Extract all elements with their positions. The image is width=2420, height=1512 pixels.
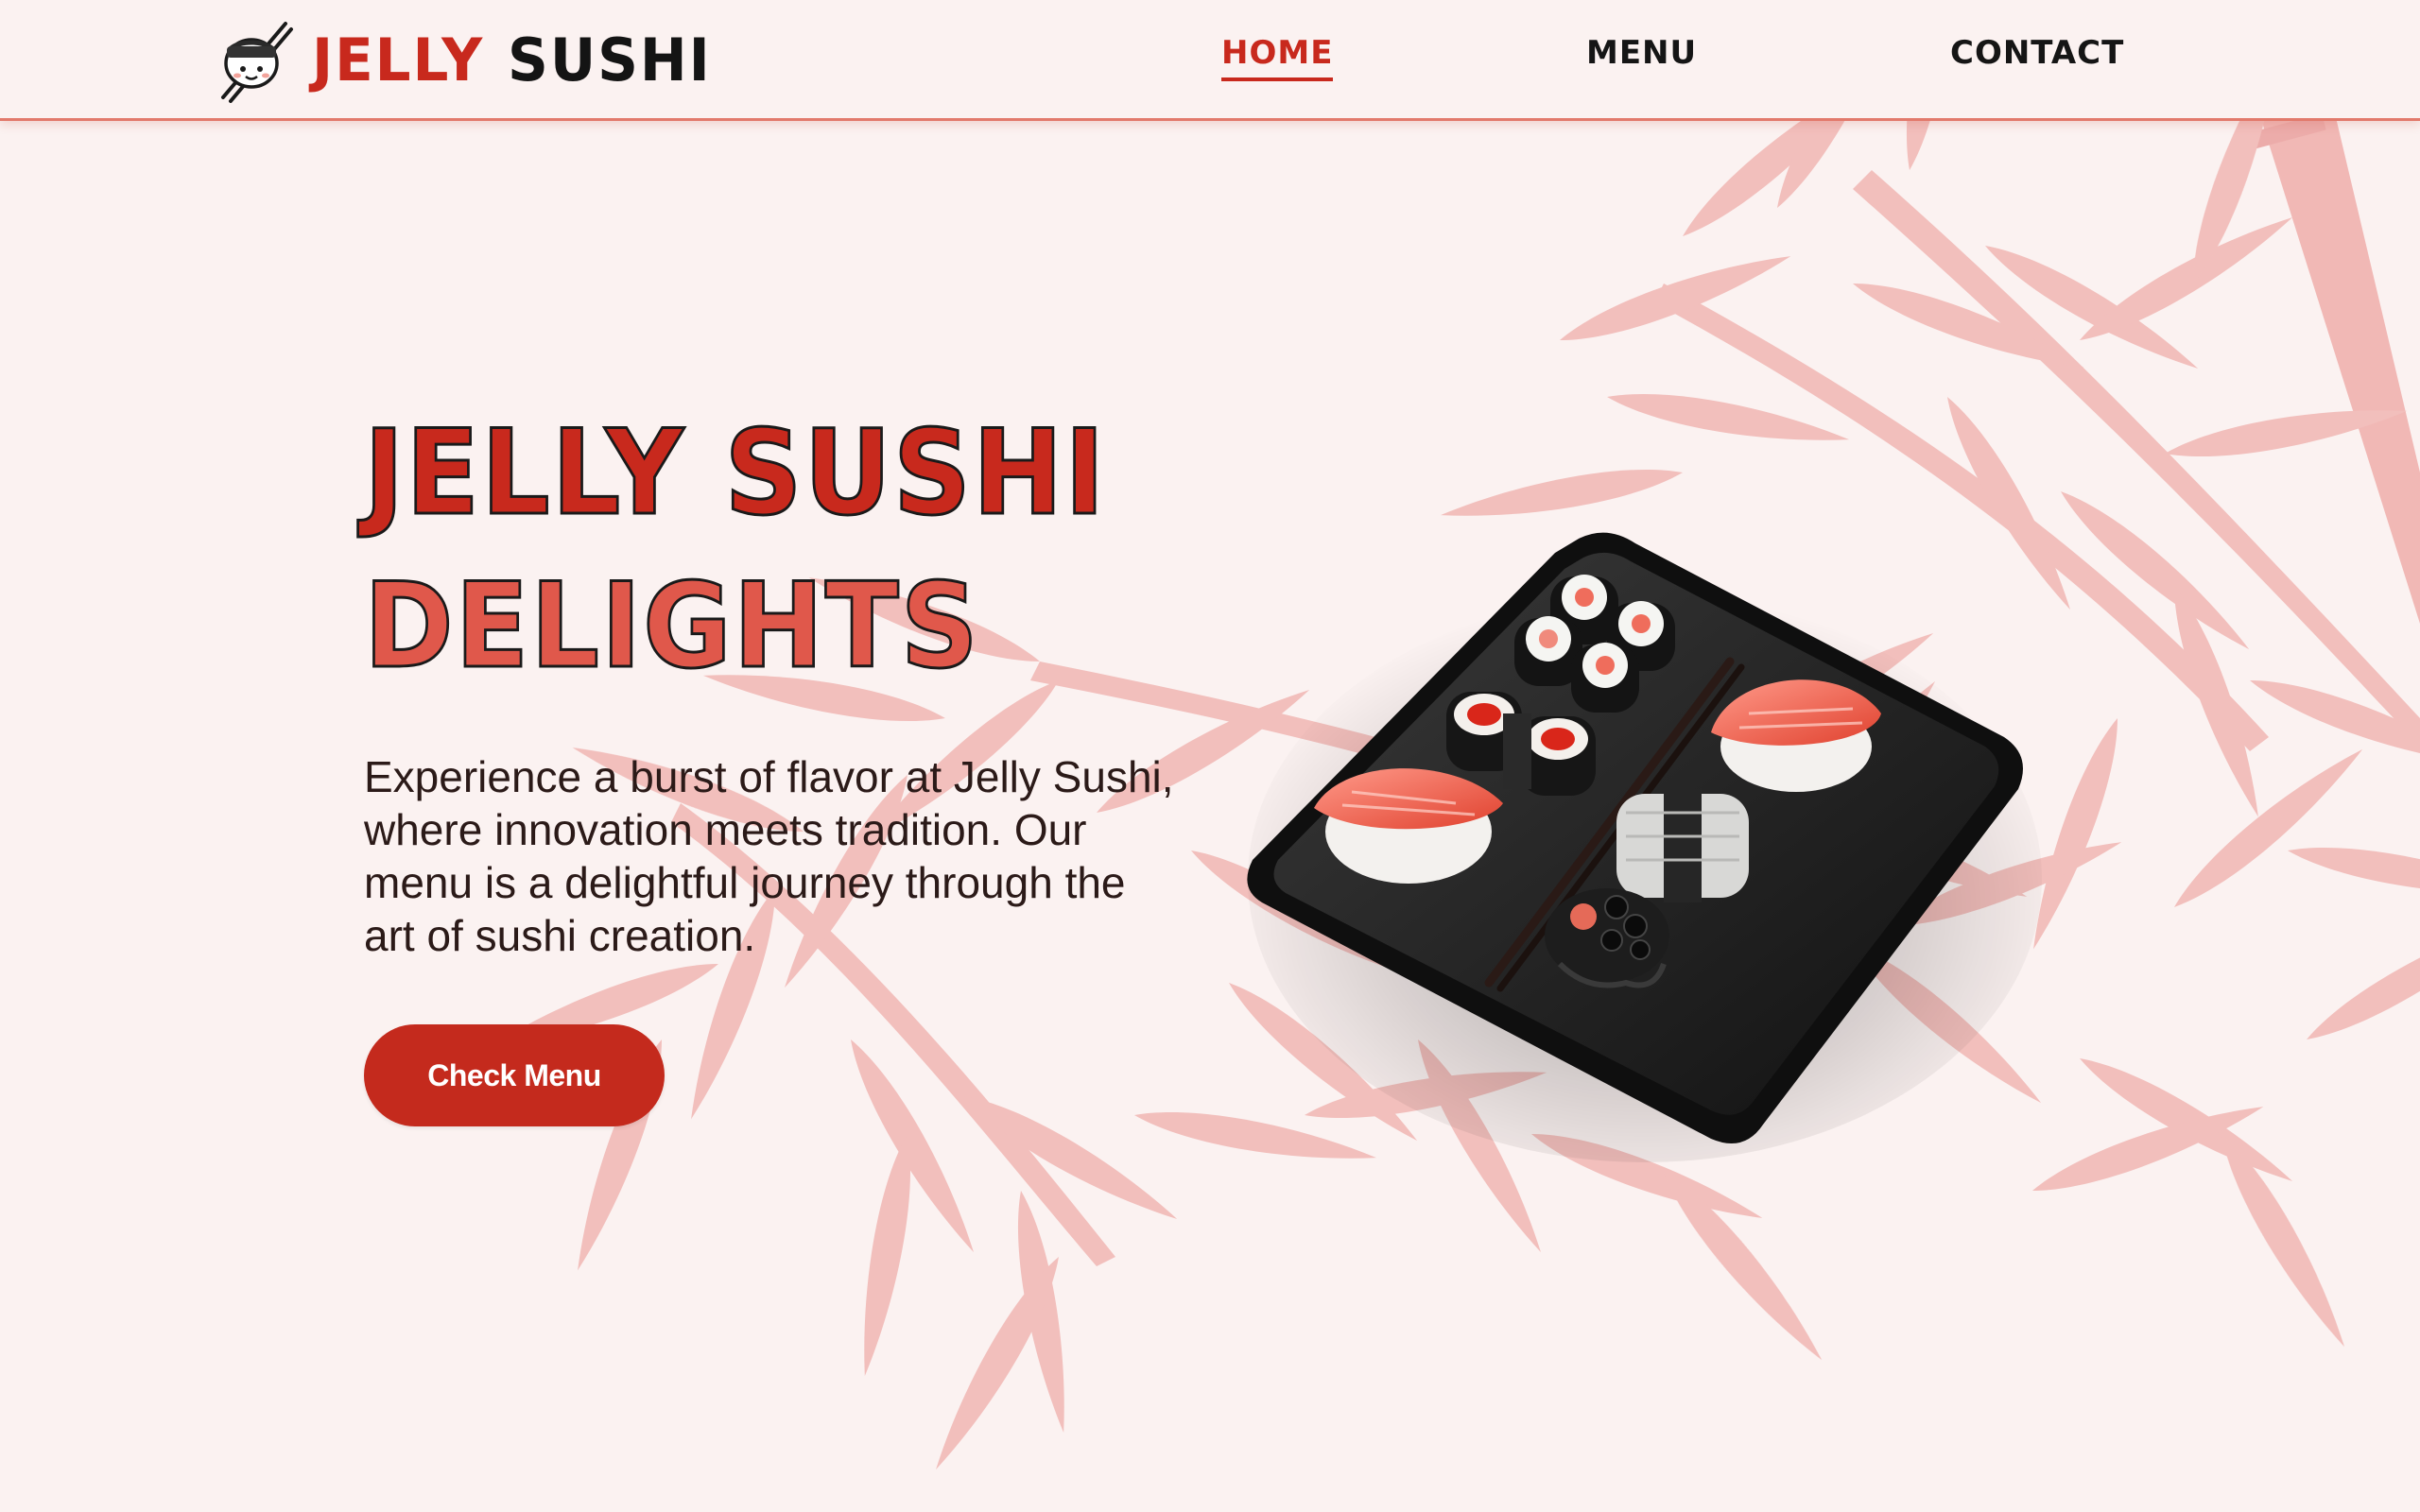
nav-item-contact[interactable]: CONTACT [1950,34,2124,77]
nav-item-menu[interactable]: MENU [1586,34,1697,77]
main-nav: HOME MENU CONTACT [0,34,2420,87]
hero-title-line2: DELIGHTS [363,558,980,696]
page: JELLY SUSHI HOME MENU CONTACT JELLY SUSH… [0,0,2420,1512]
hero-title: JELLY SUSHI DELIGHTS [363,397,1130,703]
hero-title-line1: JELLY SUSHI [363,404,1107,543]
sushi-plate-image [1247,532,2042,1162]
site-header: JELLY SUSHI HOME MENU CONTACT [0,0,2420,121]
nav-item-home[interactable]: HOME [1221,34,1334,81]
check-menu-button[interactable]: Check Menu [364,1024,665,1126]
hero-section: JELLY SUSHI DELIGHTS Experience a burst … [363,397,1196,962]
hero-description: Experience a burst of flavor at Jelly Su… [364,752,1174,960]
